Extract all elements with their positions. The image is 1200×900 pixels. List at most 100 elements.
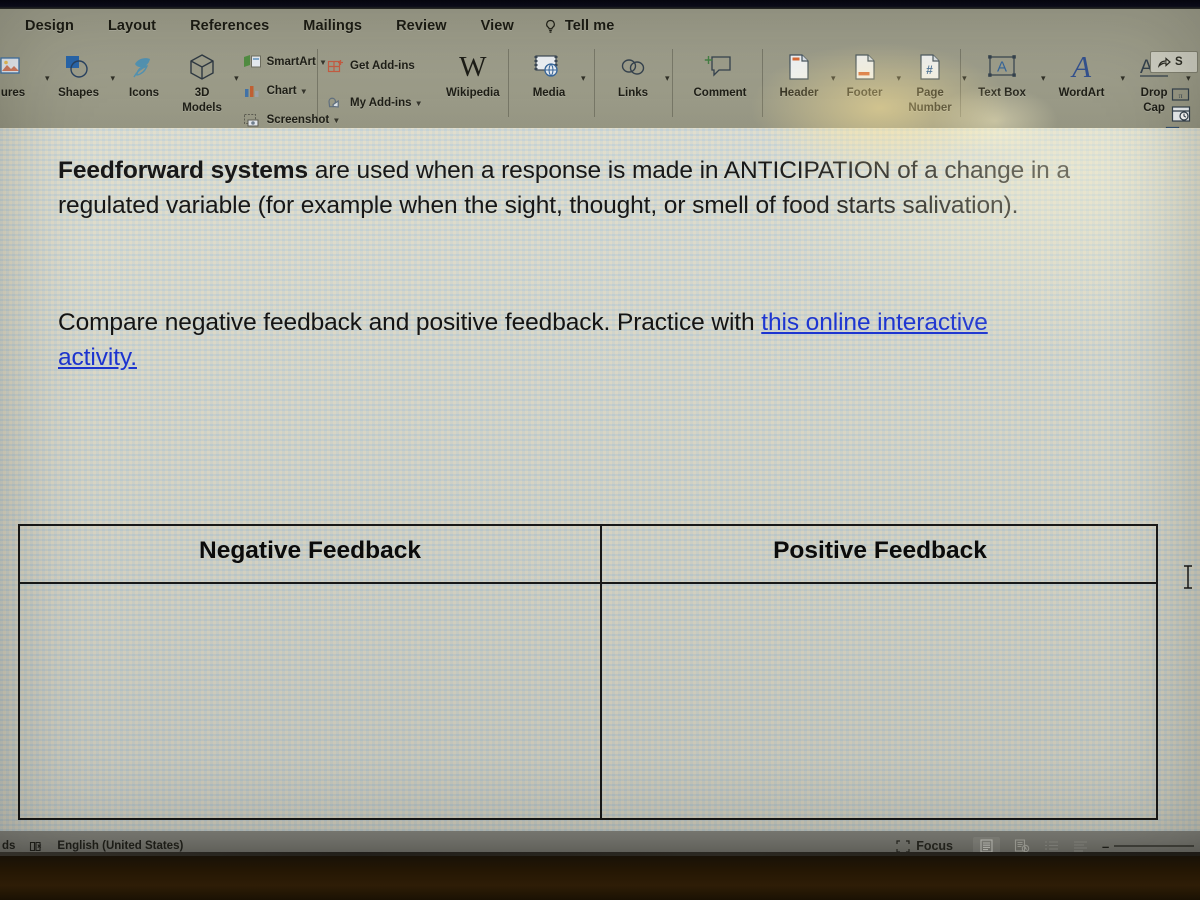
shapes-icon <box>64 49 94 85</box>
smartart-label: SmartArt <box>266 56 316 68</box>
ribbon-commands: ures ▾ Shapes ▾ Icons 3D Models ▾ SmartA… <box>0 43 1200 143</box>
lightbulb-icon <box>543 19 558 34</box>
3d-models-label-2: Models <box>182 101 222 114</box>
proofing-errors-icon[interactable] <box>29 840 43 853</box>
svg-text:π: π <box>1179 91 1183 100</box>
tab-tell-me-label: Tell me <box>564 18 615 34</box>
view-web-layout-button[interactable] <box>1044 840 1059 853</box>
my-addins-button[interactable]: My Add-ins ▾ <box>326 86 421 120</box>
page-number-label-2: Number <box>908 101 952 114</box>
comparison-table[interactable]: Negative Feedback Positive Feedback <box>18 524 1158 820</box>
chart-button[interactable]: Chart ▾ <box>243 78 339 104</box>
paragraph-feedforward: Feedforward systems are used when a resp… <box>58 153 1168 223</box>
smartart-chevron-down-icon[interactable]: ▾ <box>321 58 325 67</box>
3d-models-chevron-down-icon[interactable]: ▾ <box>234 74 239 83</box>
drop-cap-chevron-down-icon[interactable]: ▾ <box>1186 74 1191 83</box>
wikipedia-button[interactable]: W Wikipedia <box>437 43 509 100</box>
zoom-slider[interactable]: – <box>1102 840 1194 853</box>
link-icon <box>618 49 648 85</box>
shapes-button[interactable]: Shapes <box>50 43 108 100</box>
shapes-chevron-down-icon[interactable]: ▾ <box>111 74 116 83</box>
screenshot-label: Screenshot <box>266 114 330 126</box>
chart-label: Chart <box>266 85 297 97</box>
wordart-label: WordArt <box>1058 87 1105 99</box>
links-chevron-down-icon[interactable]: ▾ <box>665 74 670 83</box>
page-number-button[interactable]: # Page Number <box>901 43 959 114</box>
get-addins-button[interactable]: Get Add-ins <box>326 49 421 83</box>
tab-references[interactable]: References <box>173 16 286 36</box>
text-box-chevron-down-icon[interactable]: ▾ <box>1041 74 1046 83</box>
tab-tell-me[interactable]: Tell me <box>531 16 632 36</box>
date-time-button[interactable] <box>1171 105 1191 123</box>
chart-icon <box>243 82 262 101</box>
wikipedia-label: Wikipedia <box>446 87 500 99</box>
paragraph-feedforward-bold: Feedforward systems <box>58 157 309 184</box>
group-links: Links ▾ <box>604 43 670 128</box>
equation-icon: π <box>1172 88 1190 101</box>
pictures-button[interactable]: ures <box>0 43 42 100</box>
view-outline-button[interactable] <box>1073 840 1088 853</box>
share-icon <box>1158 57 1171 68</box>
group-media: Media ▾ <box>520 43 586 128</box>
links-button[interactable]: Links <box>604 43 662 100</box>
document-page[interactable]: Feedforward systems are used when a resp… <box>0 128 1200 831</box>
screen-bezel-top <box>0 0 1200 9</box>
pictures-chevron-down-icon[interactable]: ▾ <box>45 74 50 83</box>
icons-button[interactable]: Icons <box>115 43 173 100</box>
paragraph-compare-text: Compare negative feedback and positive f… <box>58 309 762 336</box>
smartart-button[interactable]: SmartArt ▾ <box>243 49 339 75</box>
wordart-icon: A <box>1072 49 1091 84</box>
smartart-icon <box>243 53 262 72</box>
wordart-chevron-down-icon[interactable]: ▾ <box>1121 74 1126 83</box>
tab-mailings[interactable]: Mailings <box>286 16 379 36</box>
view-read-mode-button[interactable] <box>1014 839 1030 852</box>
page-number-icon: # <box>917 49 943 85</box>
table-header-rule <box>20 582 1156 584</box>
table-header-positive-feedback: Positive Feedback <box>773 537 987 564</box>
illustration-small-commands: SmartArt ▾ Chart ▾ Screenshot ▾ <box>243 43 339 133</box>
tab-layout[interactable]: Layout <box>91 16 173 36</box>
group-header-footer: Header ▾ Footer ▾ # Page Number ▾ <box>770 43 967 128</box>
shapes-label: Shapes <box>58 87 99 99</box>
comment-label: Comment <box>693 87 747 99</box>
media-chevron-down-icon[interactable]: ▾ <box>581 74 586 83</box>
zoom-track[interactable] <box>1114 845 1194 847</box>
paragraph-compare: Compare negative feedback and positive f… <box>58 305 1068 375</box>
ribbon-tab-strip: Design Layout References Mailings Review… <box>0 9 1200 43</box>
tab-design[interactable]: Design <box>8 16 91 36</box>
addins-small-commands: Get Add-ins My Add-ins ▾ <box>326 43 421 120</box>
status-bar-left: ds English (United States) <box>0 840 183 853</box>
tab-view[interactable]: View <box>464 16 531 36</box>
group-divider-2 <box>508 49 509 117</box>
footer-chevron-down-icon[interactable]: ▾ <box>897 74 902 83</box>
text-box-label: Text Box <box>978 87 1026 99</box>
table-header-negative-feedback: Negative Feedback <box>199 537 421 564</box>
text-box-icon: A <box>984 49 1020 85</box>
links-label: Links <box>617 87 649 99</box>
header-label: Header <box>779 87 819 99</box>
share-label: S <box>1175 56 1183 68</box>
text-box-button[interactable]: A Text Box <box>966 43 1038 100</box>
tab-review[interactable]: Review <box>379 16 464 36</box>
chart-chevron-down-icon[interactable]: ▾ <box>302 87 306 96</box>
header-button[interactable]: Header <box>770 43 828 100</box>
equation-button[interactable]: π <box>1171 87 1190 102</box>
3d-models-button[interactable]: 3D Models <box>173 43 231 114</box>
my-addins-chevron-down-icon[interactable]: ▾ <box>417 99 421 108</box>
mouse-ibeam-cursor <box>1184 565 1192 589</box>
view-print-layout-button[interactable] <box>973 837 1000 852</box>
header-chevron-down-icon[interactable]: ▾ <box>831 74 836 83</box>
word-count-label[interactable]: ds <box>2 840 15 852</box>
footer-label: Footer <box>846 87 883 99</box>
drop-cap-label-2: Cap <box>1143 101 1165 114</box>
media-button[interactable]: Media <box>520 43 578 100</box>
focus-button[interactable]: Focus <box>890 837 959 852</box>
footer-button[interactable]: Footer <box>836 43 894 100</box>
get-addins-icon <box>326 57 345 76</box>
zoom-out-label[interactable]: – <box>1102 840 1109 853</box>
language-label[interactable]: English (United States) <box>57 840 183 852</box>
comment-button[interactable]: Comment <box>684 43 756 100</box>
share-button[interactable]: S <box>1150 51 1198 73</box>
screenshot-icon <box>243 111 262 130</box>
wordart-button[interactable]: A WordArt <box>1046 43 1118 100</box>
